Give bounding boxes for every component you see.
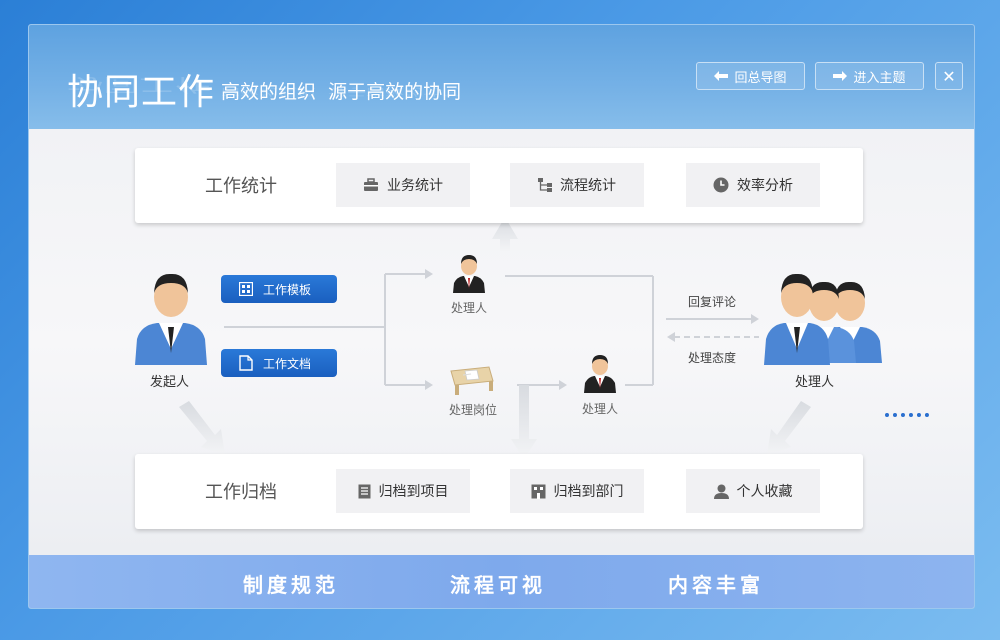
footer-item-standards: 制度规范 — [243, 573, 339, 597]
footer-item-rich-content: 内容丰富 — [668, 573, 764, 597]
handler-top-label: 处理人 — [451, 301, 488, 315]
enter-topic-button[interactable]: 进入主题 — [815, 62, 924, 90]
clock-icon — [713, 177, 729, 193]
handler-mid-avatar — [584, 355, 616, 393]
diag-arrow-right — [767, 401, 811, 455]
close-icon: ✕ — [942, 66, 956, 86]
work-template-label: 工作模板 — [263, 282, 312, 297]
flow-stats-button[interactable]: 流程统计 — [510, 163, 644, 207]
arrow-right-icon — [833, 71, 848, 81]
more-dots — [885, 413, 929, 417]
business-stats-button[interactable]: 业务统计 — [336, 163, 470, 207]
personal-favorites-label: 个人收藏 — [736, 484, 793, 500]
archive-to-project-label: 归档到项目 — [378, 484, 449, 500]
initiator-avatar — [135, 273, 207, 365]
archive-card: 工作归档 归档到项目 归档到部门 个人收藏 — [135, 454, 863, 529]
stats-card-title: 工作统计 — [205, 176, 277, 197]
page-title-reflection: 协同工作 — [67, 74, 212, 95]
personal-favorites-button[interactable]: 个人收藏 — [686, 469, 820, 513]
footer-banner: 制度规范 流程可视 内容丰富 — [29, 555, 974, 608]
document-icon — [358, 484, 370, 498]
stats-card: 工作统计 业务统计 流程统计 效率分析 — [135, 148, 863, 223]
header: 协同工作 协同工作 高效的组织 源于高效的协同 高效的组织 源于高效的协同 回总… — [29, 25, 974, 129]
down-arrow-to-archive — [511, 385, 537, 459]
handlers-group-label: 处理人 — [795, 375, 835, 390]
arrow-left-icon — [714, 71, 729, 81]
flow-icon — [538, 178, 552, 192]
close-button[interactable]: ✕ — [935, 62, 963, 90]
work-template-button[interactable]: 工作模板 — [221, 275, 337, 303]
handlers-group-avatar — [764, 273, 882, 365]
diag-arrow-left — [179, 401, 225, 455]
building-icon — [531, 484, 545, 499]
content-area: 工作统计 业务统计 流程统计 效率分析 发起人 工作模板 工作文档 处理人 处理… — [29, 129, 974, 555]
document-icon — [239, 355, 253, 371]
briefcase-icon — [364, 178, 378, 191]
work-document-button[interactable]: 工作文档 — [221, 349, 337, 377]
flow-stats-label: 流程统计 — [560, 178, 616, 194]
desk-icon — [450, 366, 494, 395]
archive-to-department-button[interactable]: 归档到部门 — [510, 469, 644, 513]
footer-item-visible-process: 流程可视 — [450, 573, 546, 597]
efficiency-analysis-label: 效率分析 — [737, 178, 793, 194]
handler-mid-label: 处理人 — [582, 402, 619, 416]
archive-to-department-label: 归档到部门 — [553, 484, 624, 500]
handling-attitude-label: 处理态度 — [688, 351, 737, 365]
main-panel: 协同工作 协同工作 高效的组织 源于高效的协同 高效的组织 源于高效的协同 回总… — [28, 24, 975, 609]
post-label: 处理岗位 — [449, 403, 498, 417]
enter-topic-label: 进入主题 — [853, 70, 906, 86]
archive-to-project-button[interactable]: 归档到项目 — [336, 469, 470, 513]
efficiency-analysis-button[interactable]: 效率分析 — [686, 163, 820, 207]
work-document-label: 工作文档 — [263, 356, 312, 371]
back-to-map-label: 回总导图 — [734, 70, 787, 86]
back-to-map-button[interactable]: 回总导图 — [696, 62, 805, 90]
page-subtitle-reflection: 高效的组织 源于高效的协同 — [221, 86, 462, 97]
handler-top-avatar — [453, 255, 485, 293]
business-stats-label: 业务统计 — [387, 178, 443, 194]
reply-comment-label: 回复评论 — [688, 295, 737, 309]
initiator-label: 发起人 — [150, 375, 190, 390]
template-icon — [239, 282, 253, 296]
user-icon — [713, 484, 729, 499]
archive-card-title: 工作归档 — [205, 482, 277, 503]
